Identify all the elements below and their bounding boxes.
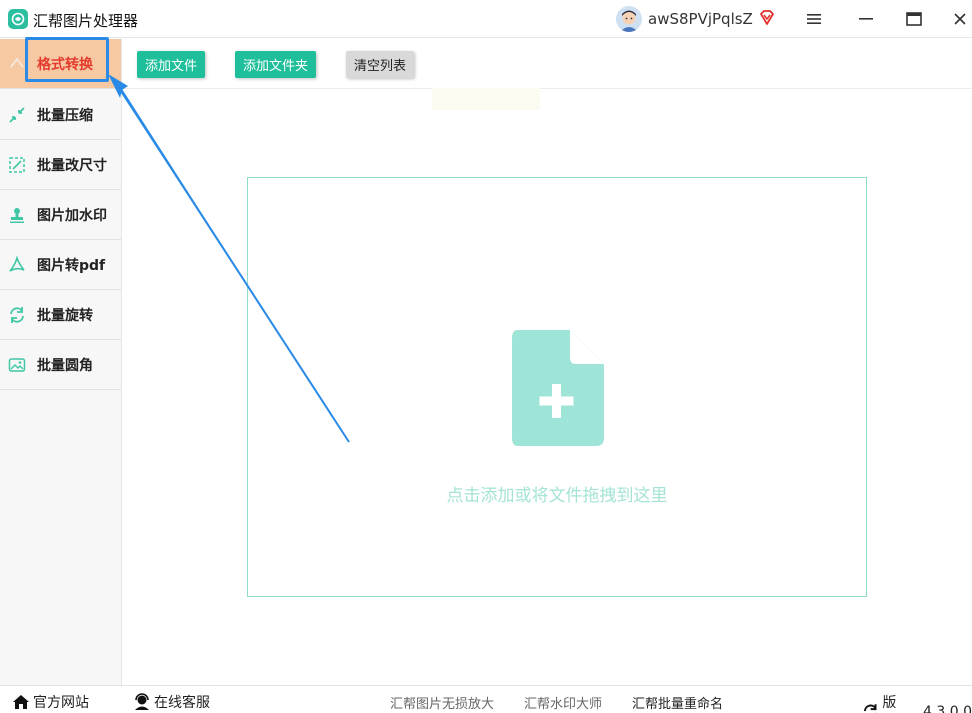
version-info[interactable]: 版本： 4.3.0.0: [862, 692, 972, 713]
version-label: 版本：: [882, 695, 897, 711]
image-corner-icon: [8, 358, 26, 372]
footer: 官方网站 在线客服 汇帮图片无损放大 汇帮水印大师 汇帮批量重命名 版本： 4.…: [0, 685, 972, 713]
refresh-icon: [863, 704, 878, 713]
sidebar-item-to-pdf[interactable]: 图片转pdf: [0, 240, 121, 290]
sidebar-item-watermark[interactable]: 图片加水印: [0, 190, 121, 240]
sidebar-item-resize[interactable]: 批量改尺寸: [0, 140, 121, 190]
menu-icon[interactable]: [801, 7, 827, 31]
clear-list-button[interactable]: 清空列表: [346, 51, 414, 78]
support-label: 在线客服: [154, 695, 210, 711]
sidebar-item-label: 批量改尺寸: [37, 157, 107, 174]
rotate-icon: [10, 307, 24, 323]
website-label: 官方网站: [33, 695, 89, 711]
customer-service-icon: [135, 693, 149, 710]
avatar[interactable]: [616, 6, 642, 32]
sidebar-item-compress[interactable]: 批量压缩: [0, 90, 121, 140]
sidebar-item-rotate[interactable]: 批量旋转: [0, 290, 121, 340]
minimize-icon[interactable]: [853, 7, 879, 31]
app-title: 汇帮图片处理器: [33, 12, 139, 30]
close-icon[interactable]: [947, 7, 972, 31]
add-folder-button[interactable]: 添加文件夹: [235, 51, 316, 78]
compress-icon: [9, 107, 25, 123]
sidebar-item-label: 图片转pdf: [37, 257, 106, 274]
add-file-button[interactable]: 添加文件: [137, 51, 205, 78]
maximize-icon[interactable]: [901, 7, 927, 31]
title-bar: 汇帮图片处理器 awS8PVjPqlsZ: [0, 0, 972, 38]
website-link[interactable]: 官方网站: [12, 692, 89, 712]
format-convert-icon: [10, 57, 24, 68]
support-link[interactable]: 在线客服: [133, 692, 210, 712]
sidebar-item-round-corner[interactable]: 批量圆角: [0, 340, 121, 390]
sidebar-item-label: 图片加水印: [37, 207, 107, 224]
drop-hint-text: 点击添加或将文件拖拽到这里: [446, 486, 668, 506]
vip-diamond-icon[interactable]: [758, 9, 776, 27]
footer-link-rename[interactable]: 汇帮批量重命名: [632, 693, 723, 712]
footer-link-upscale[interactable]: 汇帮图片无损放大: [390, 693, 494, 712]
sidebar-item-label: 批量旋转: [37, 307, 93, 324]
home-icon: [13, 695, 29, 709]
app-logo-icon: [8, 9, 28, 29]
version-number: 4.3.0.0: [923, 704, 972, 713]
file-drop-zone[interactable]: 点击添加或将文件拖拽到这里: [247, 177, 867, 597]
add-file-icon: [512, 330, 604, 446]
username[interactable]: awS8PVjPqlsZ: [648, 10, 753, 28]
watermark-stamp-icon: [10, 208, 24, 223]
highlight-box: [25, 37, 109, 82]
sidebar-item-label: 批量圆角: [37, 357, 93, 374]
pdf-icon: [9, 256, 25, 272]
progress-placeholder: [432, 88, 540, 110]
resize-icon: [9, 157, 25, 173]
footer-link-watermark[interactable]: 汇帮水印大师: [524, 693, 602, 712]
sidebar: 格式转换 批量压缩 批量改尺寸 图片加水印 图片转pdf 批量旋转 批量圆角: [0, 39, 122, 685]
sidebar-item-label: 批量压缩: [37, 107, 93, 124]
toolbar-divider: [122, 88, 972, 89]
